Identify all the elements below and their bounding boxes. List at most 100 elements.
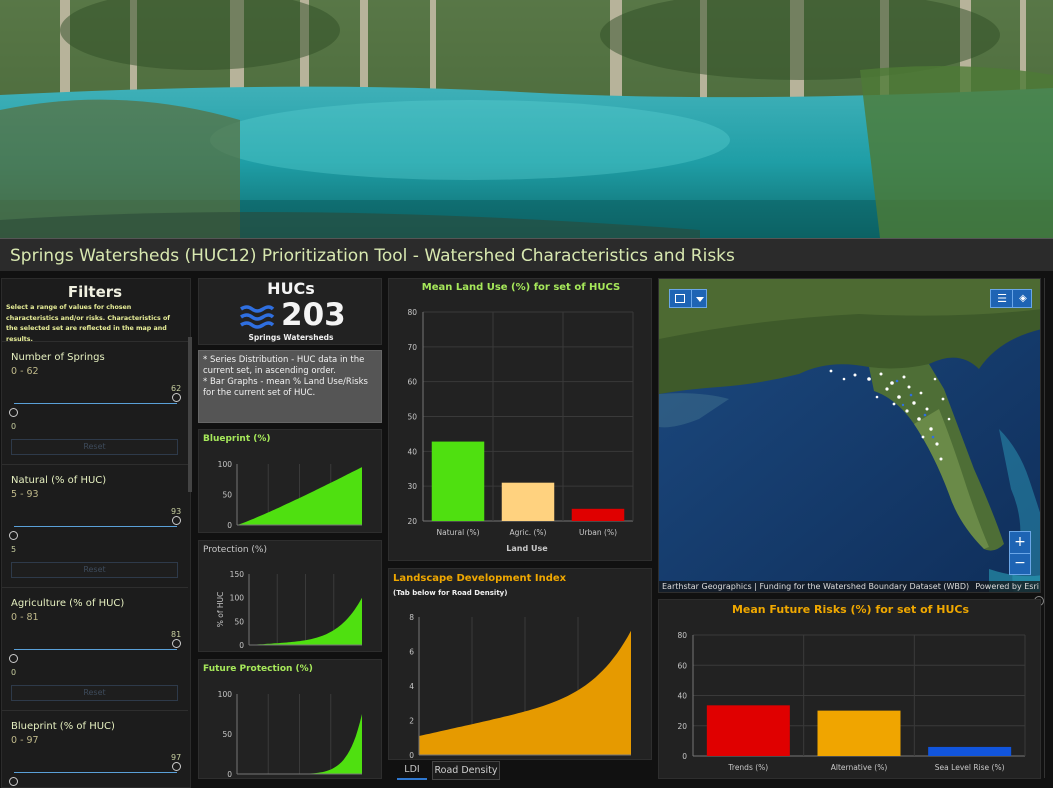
map-tools: ☰ ◈ bbox=[990, 289, 1032, 308]
x-tick-label: Trends (%) bbox=[727, 763, 768, 772]
y-tick-label: 30 bbox=[407, 482, 417, 491]
powered-by-esri[interactable]: Powered by Esri bbox=[975, 582, 1039, 591]
reset-button[interactable]: Reset bbox=[11, 685, 178, 701]
filter-natural: Natural (% of HUC) 5 - 93 93 5 Reset bbox=[2, 464, 188, 585]
ldi-chart: 0 2 4 6 8 bbox=[409, 613, 631, 759]
map-attribution: Earthstar Geographics | Funding for the … bbox=[662, 582, 972, 591]
y-tick-label: 100 bbox=[230, 594, 245, 603]
x-tick-label: Urban (%) bbox=[579, 528, 617, 537]
layers-icon[interactable]: ◈ bbox=[1016, 293, 1030, 305]
zoom-in-button[interactable]: + bbox=[1010, 532, 1030, 553]
protection-chart: 150 100 50 0 % of HUC bbox=[216, 570, 362, 650]
y-tick-label: 60 bbox=[407, 378, 417, 387]
x-tick-label: Natural (%) bbox=[436, 528, 479, 537]
filter-slider-track[interactable] bbox=[14, 772, 177, 773]
y-tick-label: 0 bbox=[682, 752, 687, 761]
divider bbox=[1012, 290, 1013, 307]
filter-range: 0 - 81 bbox=[11, 612, 39, 623]
filter-name: Natural (% of HUC) bbox=[11, 475, 107, 486]
note-series: * Series Distribution - HUC data in the … bbox=[203, 355, 365, 376]
slider-min-handle[interactable] bbox=[9, 408, 18, 417]
map-basemap-toggle[interactable] bbox=[669, 289, 707, 308]
filter-agriculture: Agriculture (% of HUC) 0 - 81 81 0 Reset bbox=[2, 587, 188, 708]
filters-panel: Filters Select a range of values for cho… bbox=[1, 278, 192, 788]
app: Springs Watersheds (HUC12) Prioritizatio… bbox=[0, 0, 1053, 788]
bar bbox=[571, 508, 625, 521]
filter-max-label: 62 bbox=[171, 384, 182, 393]
y-tick-label: 80 bbox=[677, 631, 687, 640]
hucs-caption: Springs Watersheds bbox=[248, 333, 334, 342]
bar bbox=[817, 710, 901, 756]
water-waves-icon bbox=[240, 305, 275, 329]
map-panel[interactable]: ☰ ◈ + − Earthstar Geographics | Funding … bbox=[658, 278, 1041, 593]
y-tick-label: 50 bbox=[222, 730, 232, 739]
filter-min-label: 5 bbox=[11, 545, 17, 554]
filter-range: 0 - 97 bbox=[11, 735, 39, 746]
filter-max-label: 81 bbox=[171, 630, 182, 639]
filter-number-of-springs: Number of Springs 0 - 62 62 0 Reset bbox=[2, 341, 188, 462]
risks-chart: 0 20 40 60 80 Trends (%) Alternative (%) Sea Le… bbox=[677, 631, 1026, 772]
protection-chart-title: Protection (%) bbox=[203, 545, 267, 555]
slider-max-handle[interactable] bbox=[172, 393, 181, 402]
slider-min-handle[interactable] bbox=[9, 654, 18, 663]
y-tick-label: 20 bbox=[677, 722, 687, 731]
blueprint-chart: 100 50 0 bbox=[218, 460, 362, 530]
filter-range: 5 - 93 bbox=[11, 489, 39, 500]
filters-description: Select a range of values for chosen char… bbox=[6, 304, 171, 343]
protection-chart-panel: Protection (%) 150 100 50 0 % of HUC bbox=[198, 540, 382, 652]
ldi-chart-panel: Landscape Development Index (Tab below f… bbox=[388, 568, 652, 760]
filters-scrollbar[interactable] bbox=[188, 337, 192, 492]
map-attribution-bar: Earthstar Geographics | Funding for the … bbox=[659, 581, 1040, 592]
reset-button[interactable]: Reset bbox=[11, 562, 178, 578]
y-tick-label: 100 bbox=[218, 690, 233, 699]
slider-min-handle[interactable] bbox=[9, 531, 18, 540]
y-tick-label: 60 bbox=[677, 661, 687, 670]
tab-ldi[interactable]: LDI bbox=[397, 762, 427, 780]
risks-chart-panel: Mean Future Risks (%) for set of HUCs 0 2… bbox=[658, 599, 1041, 779]
y-tick-label: 0 bbox=[409, 751, 414, 759]
blueprint-chart-title: Blueprint (%) bbox=[203, 434, 271, 444]
filter-slider-track[interactable] bbox=[14, 526, 177, 527]
tab-road-density[interactable]: Road Density bbox=[432, 761, 500, 780]
filter-name: Agriculture (% of HUC) bbox=[11, 598, 125, 609]
ldi-chart-subtitle: (Tab below for Road Density) bbox=[393, 589, 508, 597]
filter-slider-track[interactable] bbox=[14, 403, 177, 404]
chevron-down-icon[interactable] bbox=[696, 297, 704, 302]
x-tick-label: Sea Level Rise (%) bbox=[935, 763, 1005, 772]
y-tick-label: 2 bbox=[409, 717, 414, 726]
y-tick-label: 4 bbox=[409, 682, 414, 691]
divider bbox=[691, 290, 692, 307]
bar bbox=[928, 746, 1012, 756]
land-use-chart: 20 30 40 50 60 70 80 Natural (%) Agric. (%) Urban… bbox=[407, 308, 634, 537]
y-tick-label: 0 bbox=[227, 770, 232, 779]
bar bbox=[431, 441, 485, 521]
filter-min-label: 0 bbox=[11, 422, 17, 431]
right-scroll-edge bbox=[1044, 278, 1045, 778]
x-tick-label: Alternative (%) bbox=[831, 763, 888, 772]
y-tick-label: 0 bbox=[227, 521, 232, 530]
slider-min-handle[interactable] bbox=[9, 777, 18, 786]
note-bars: * Bar Graphs - mean % Land Use/Risks for… bbox=[203, 377, 368, 398]
filters-title: Filters bbox=[67, 283, 123, 301]
zoom-controls: + − bbox=[1009, 531, 1031, 575]
y-tick-label: 20 bbox=[407, 517, 417, 526]
hucs-title: HUCs bbox=[267, 279, 315, 298]
slider-max-handle[interactable] bbox=[172, 762, 181, 771]
land-use-xlabel: Land Use bbox=[506, 544, 548, 553]
filter-name: Number of Springs bbox=[11, 352, 105, 363]
filter-slider-track[interactable] bbox=[14, 649, 177, 650]
filter-name: Blueprint (% of HUC) bbox=[11, 721, 115, 732]
legend-icon[interactable]: ☰ bbox=[995, 293, 1009, 305]
hucs-count-panel: HUCs 203 Springs Watersheds bbox=[198, 278, 382, 345]
filter-max-label: 93 bbox=[171, 507, 182, 516]
future-protection-chart-title: Future Protection (%) bbox=[203, 664, 313, 674]
slider-max-handle[interactable] bbox=[172, 516, 181, 525]
y-tick-label: 6 bbox=[409, 648, 414, 657]
satellite-map[interactable] bbox=[659, 279, 1041, 593]
app-title: Springs Watersheds (HUC12) Prioritizatio… bbox=[10, 246, 735, 266]
notes-panel: * Series Distribution - HUC data in the … bbox=[198, 350, 382, 423]
slider-max-handle[interactable] bbox=[172, 639, 181, 648]
zoom-out-button[interactable]: − bbox=[1010, 554, 1030, 574]
reset-button[interactable]: Reset bbox=[11, 439, 178, 455]
land-use-chart-panel: Mean Land Use (%) for set of HUCS 20 30 40… bbox=[388, 278, 652, 561]
